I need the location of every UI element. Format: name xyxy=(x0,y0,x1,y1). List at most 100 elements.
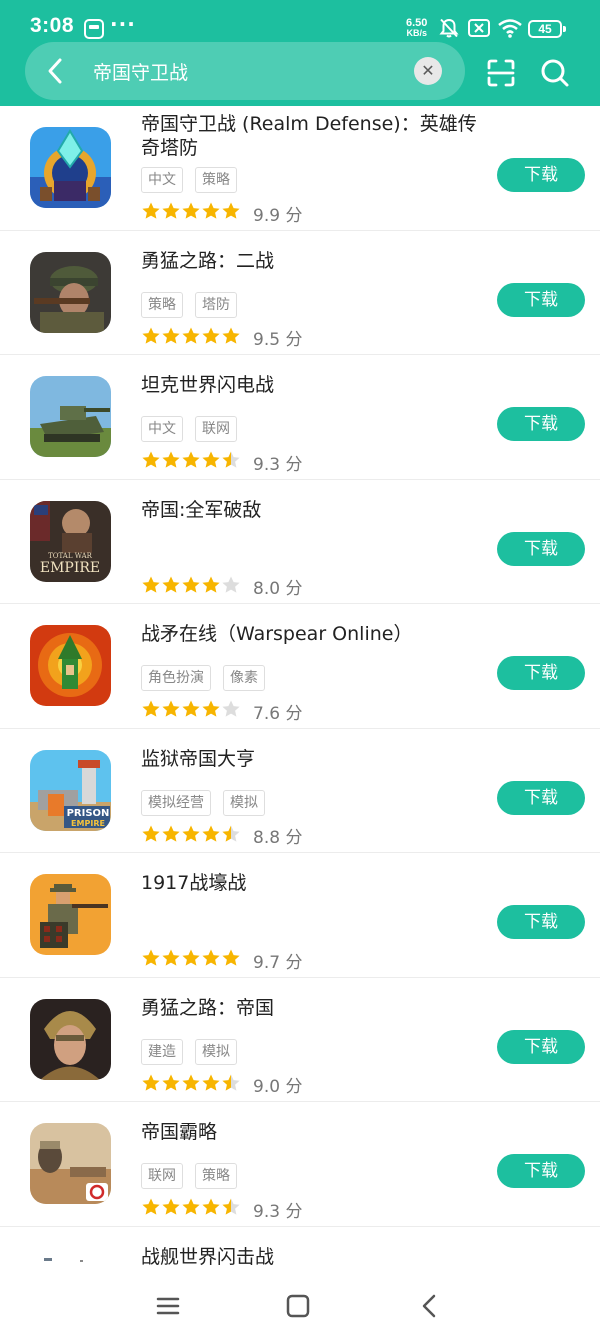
app-score: 9.5 分 xyxy=(253,330,303,350)
app-title[interactable]: 坦克世界闪电战 xyxy=(141,373,481,397)
rating-stars xyxy=(141,326,241,350)
app-list-item[interactable]: TOTAL WAR EMPIRE 帝国:全军破敌 8.0 分 下载 xyxy=(0,480,600,604)
app-tags: 角色扮演 像素 xyxy=(141,665,265,691)
star-icon xyxy=(222,1074,240,1091)
app-rating: 9.5 分 xyxy=(141,326,303,350)
realm-defense-icon[interactable] xyxy=(30,127,111,208)
star-icon xyxy=(142,576,160,593)
star-icon xyxy=(142,1198,160,1215)
app-tag: 模拟 xyxy=(195,1038,237,1065)
app-tag: 联网 xyxy=(195,416,237,442)
status-time: 3:08 xyxy=(30,14,75,37)
app-list-item[interactable]: 勇猛之路：二战 策略 塔防 9.5 分 下载 xyxy=(0,231,600,355)
app-tags: 中文 联网 xyxy=(141,416,237,442)
download-button[interactable]: 下载 xyxy=(497,780,585,815)
star-icon xyxy=(222,451,240,468)
app-tags: 模拟经营 模拟 xyxy=(141,789,265,816)
star-icon xyxy=(162,825,180,842)
app-list-item[interactable]: 1917战壕战 9.7 分 下载 xyxy=(0,853,600,978)
back-arrow-icon[interactable] xyxy=(39,54,73,88)
app-tag: 策略 xyxy=(195,167,237,193)
march-of-empires-icon[interactable] xyxy=(30,1123,111,1204)
app-list-item[interactable]: 勇猛之路：帝国 建造 模拟 9.0 分 下载 xyxy=(0,978,600,1102)
prison-empire-icon[interactable]: PRISON EMPIRE xyxy=(30,749,111,831)
download-button[interactable]: 下载 xyxy=(497,656,585,690)
app-title[interactable]: 帝国霸略 xyxy=(141,1120,481,1144)
download-button[interactable]: 下载 xyxy=(497,531,585,566)
star-icon xyxy=(182,202,200,219)
search-bar[interactable]: 帝国守卫战 ✕ xyxy=(25,42,465,100)
app-tags: 联网 策略 xyxy=(141,1163,237,1189)
menu-icon[interactable] xyxy=(148,1286,188,1326)
total-war-empire-icon[interactable]: TOTAL WAR EMPIRE xyxy=(30,500,111,582)
download-button[interactable]: 下载 xyxy=(497,1154,585,1188)
app-tag: 策略 xyxy=(195,1163,237,1189)
download-button[interactable]: 下载 xyxy=(497,407,585,441)
app-tag: 像素 xyxy=(223,665,265,691)
star-icon xyxy=(182,1198,200,1215)
download-button[interactable]: 下载 xyxy=(497,158,585,192)
app-title[interactable]: 帝国守卫战 (Realm Defense)：英雄传奇塔防 xyxy=(141,112,481,160)
app-title[interactable]: 勇猛之路：帝国 xyxy=(141,996,481,1020)
app-score: 8.0 分 xyxy=(253,579,303,599)
app-list-item[interactable]: 帝国守卫战 (Realm Defense)：英雄传奇塔防 中文 策略 9.9 分… xyxy=(0,106,600,231)
star-icon xyxy=(142,700,160,717)
star-icon xyxy=(162,576,180,593)
app-title[interactable]: 勇猛之路：二战 xyxy=(141,249,481,273)
app-list-item[interactable]: PRISON EMPIRE 监狱帝国大亨 模拟经营 模拟 8.8 分 下载 xyxy=(0,729,600,853)
download-button[interactable]: 下载 xyxy=(497,905,585,939)
star-icon xyxy=(202,202,220,219)
star-icon xyxy=(162,949,180,966)
app-title[interactable]: 监狱帝国大亨 xyxy=(141,747,481,771)
app-title[interactable]: 1917战壕战 xyxy=(141,871,481,895)
star-icon xyxy=(142,1074,160,1091)
no-sim-icon xyxy=(468,19,490,37)
icon-text-total-war: TOTAL WAR xyxy=(48,552,93,560)
app-score: 8.8 分 xyxy=(253,828,303,848)
scan-icon[interactable] xyxy=(486,58,516,88)
star-icon xyxy=(222,202,240,219)
star-icon xyxy=(182,700,200,717)
search-icon[interactable] xyxy=(540,58,570,88)
star-icon xyxy=(222,576,240,593)
star-icon xyxy=(142,451,160,468)
app-tag: 联网 xyxy=(141,1163,183,1189)
home-icon[interactable] xyxy=(278,1286,318,1326)
warspear-online-icon[interactable] xyxy=(30,625,111,706)
download-button[interactable]: 下载 xyxy=(497,1029,585,1064)
rating-stars xyxy=(141,1073,241,1097)
app-rating: 7.6 分 xyxy=(141,700,303,724)
wifi-icon xyxy=(498,19,522,38)
mute-bell-icon xyxy=(439,18,459,38)
app-score: 9.3 分 xyxy=(253,454,303,475)
download-button[interactable]: 下载 xyxy=(497,282,585,317)
star-icon xyxy=(222,327,240,344)
app-title[interactable]: 战矛在线（Warspear Online） xyxy=(141,622,481,646)
star-icon xyxy=(222,949,240,966)
road-to-valor-empires-icon[interactable] xyxy=(30,998,111,1080)
1917-trench-war-icon[interactable] xyxy=(30,874,111,955)
rating-stars xyxy=(141,575,241,599)
clear-search-icon[interactable]: ✕ xyxy=(414,57,442,85)
star-icon xyxy=(142,202,160,219)
road-to-valor-ww2-icon[interactable] xyxy=(30,251,111,333)
rating-stars xyxy=(141,450,241,474)
search-input[interactable]: 帝国守卫战 xyxy=(93,58,188,85)
app-tag: 中文 xyxy=(141,167,183,193)
app-list-item[interactable]: 帝国霸略 联网 策略 9.3 分 下载 xyxy=(0,1102,600,1227)
battery-indicator: 45 xyxy=(528,20,566,38)
app-list-item[interactable]: 战矛在线（Warspear Online） 角色扮演 像素 7.6 分 下载 xyxy=(0,604,600,729)
star-icon xyxy=(202,700,220,717)
star-icon xyxy=(202,576,220,593)
app-score: 7.6 分 xyxy=(253,703,303,724)
app-tags: 策略 塔防 xyxy=(141,291,237,318)
app-title[interactable]: 战舰世界闪击战 xyxy=(141,1245,481,1269)
app-rating: 9.7 分 xyxy=(141,949,302,973)
world-of-tanks-blitz-icon[interactable] xyxy=(30,376,111,457)
app-tag: 模拟经营 xyxy=(141,789,211,816)
app-title[interactable]: 帝国:全军破敌 xyxy=(141,498,481,522)
app-list-item[interactable]: 坦克世界闪电战 中文 联网 9.3 分 下载 xyxy=(0,355,600,480)
network-speed-value: 6.50 xyxy=(406,17,428,29)
star-icon xyxy=(222,825,240,842)
back-icon[interactable] xyxy=(410,1286,450,1326)
